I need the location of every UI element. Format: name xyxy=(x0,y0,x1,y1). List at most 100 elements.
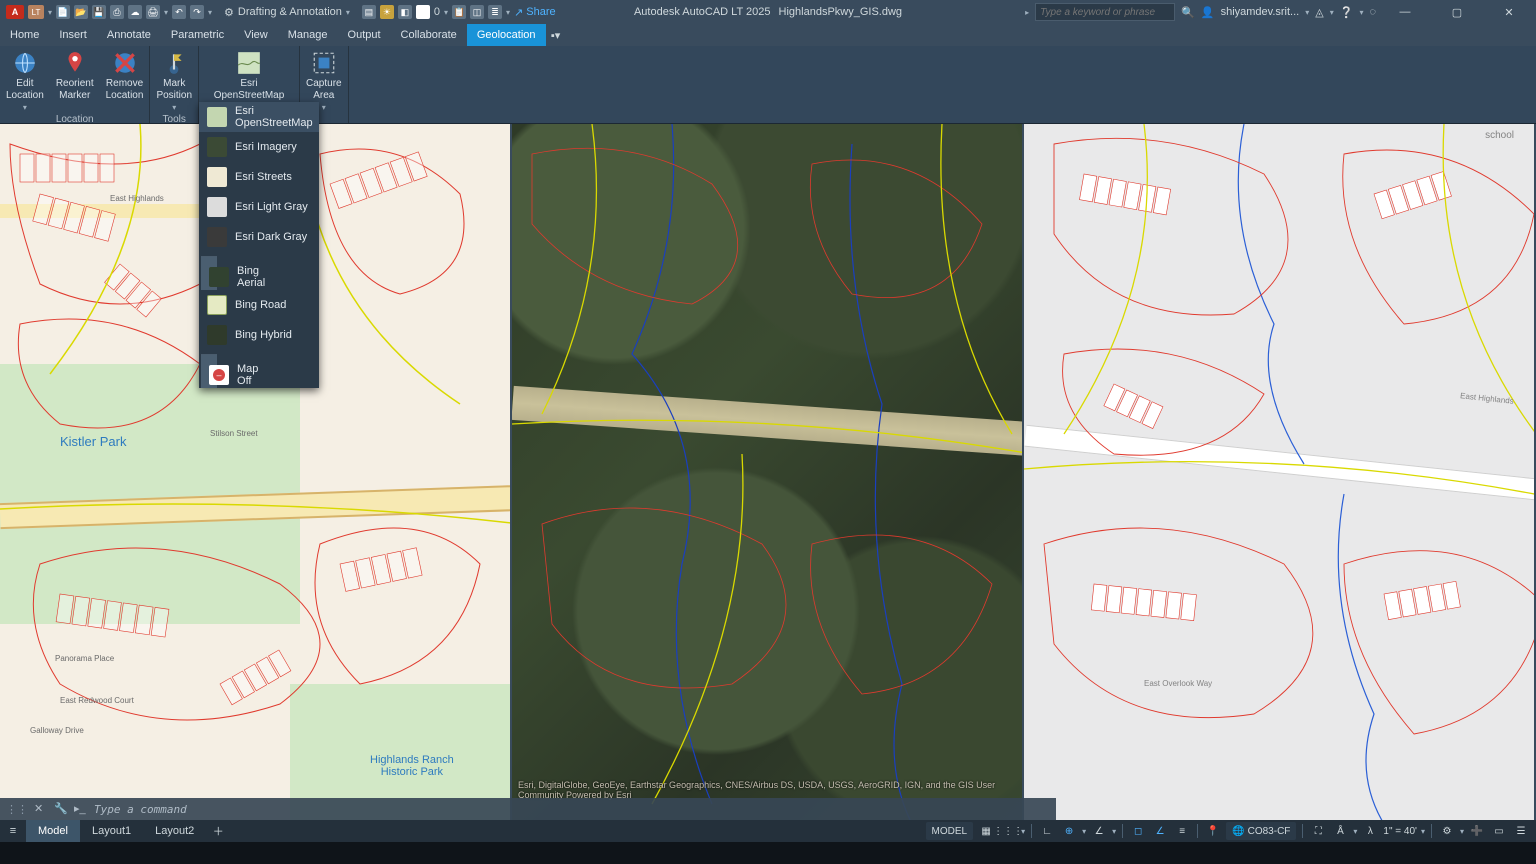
infocenter-caret[interactable]: ▸ xyxy=(1025,8,1029,17)
panel-location: Edit Location▾ Reorient Marker Remove Lo… xyxy=(0,46,150,123)
plot-icon[interactable]: 🖨 xyxy=(146,5,160,19)
workspace-switcher[interactable]: ⚙ Drafting & Annotation ▾ xyxy=(218,6,356,19)
dd-esri-imagery[interactable]: Esri Imagery xyxy=(199,132,319,162)
globe-icon: 🌐 xyxy=(1232,826,1244,837)
tab-view[interactable]: View xyxy=(234,24,278,46)
search-input[interactable] xyxy=(1035,3,1175,21)
match-icon[interactable]: ◫ xyxy=(470,5,484,19)
dd-esri-streets[interactable]: Esri Streets xyxy=(199,162,319,192)
tab-home[interactable]: Home xyxy=(0,24,49,46)
redo-icon[interactable]: ↷ xyxy=(190,5,204,19)
close-button[interactable]: ✕ xyxy=(1486,0,1532,24)
hatch-icon[interactable]: ☀ xyxy=(380,5,394,19)
layout-tab-model[interactable]: Model xyxy=(26,820,80,842)
basemap-label: Esri OpenStreetMap xyxy=(205,78,293,102)
app-menu-caret[interactable]: ▾ xyxy=(48,8,52,17)
search-icon[interactable]: 🔍 xyxy=(1181,6,1195,19)
dd-bing-road[interactable]: Bing Road xyxy=(199,290,319,320)
new-icon[interactable]: 📄 xyxy=(56,5,70,19)
cmd-handle-icon[interactable]: ⋮⋮ xyxy=(6,803,28,816)
cmd-settings-icon[interactable]: 🔧 xyxy=(54,802,68,816)
layer-caret[interactable]: ▾ xyxy=(444,8,448,17)
dd-bing-aerial[interactable]: Bing Aerial xyxy=(201,256,217,290)
tab-insert[interactable]: Insert xyxy=(49,24,97,46)
reorient-marker-button[interactable]: Reorient Marker xyxy=(50,46,100,102)
user-icon[interactable]: 👤 xyxy=(1201,6,1215,19)
annoscale-icon[interactable]: ⛶ xyxy=(1309,822,1327,840)
ortho-icon[interactable]: ∟ xyxy=(1038,822,1056,840)
tab-overflow-icon[interactable]: ▪▾ xyxy=(546,24,566,46)
layer0-icon[interactable] xyxy=(416,5,430,19)
tab-annotate[interactable]: Annotate xyxy=(97,24,161,46)
open-icon[interactable]: 📂 xyxy=(74,5,88,19)
qat-right-group: ▤ ☀ ◧ 0 ▾ 📋 ◫ ≣ ▾ ↗ Share xyxy=(356,5,562,19)
props-caret[interactable]: ▾ xyxy=(506,8,510,17)
edit-location-button[interactable]: Edit Location▾ xyxy=(0,46,50,114)
dd-esri-darkgray-label: Esri Dark Gray xyxy=(235,231,307,243)
user-caret[interactable]: ▾ xyxy=(1305,8,1309,17)
polar-icon[interactable]: ⊕ xyxy=(1060,822,1078,840)
isodraft-icon[interactable]: ∠ xyxy=(1090,822,1108,840)
notify-icon[interactable]: ◌ xyxy=(1369,6,1376,18)
minimize-button[interactable]: — xyxy=(1382,0,1428,24)
viewport-imagery[interactable]: Esri, DigitalGlobe, GeoEye, Earthstar Ge… xyxy=(512,124,1024,820)
lineweight-icon[interactable]: ≡ xyxy=(1173,822,1191,840)
dd-esri-osm[interactable]: Esri OpenStreetMap xyxy=(199,102,319,132)
otrack-icon[interactable]: ∠ xyxy=(1151,822,1169,840)
share-button[interactable]: ↗ Share xyxy=(514,6,556,19)
misc-icon[interactable]: ◧ xyxy=(398,5,412,19)
saveas-icon[interactable]: ⎙ xyxy=(110,5,124,19)
tab-manage[interactable]: Manage xyxy=(278,24,338,46)
tab-parametric[interactable]: Parametric xyxy=(161,24,234,46)
coord-system[interactable]: 🌐CO83-CF xyxy=(1226,822,1296,840)
layout-tab-layout1[interactable]: Layout1 xyxy=(80,820,143,842)
app-logo[interactable]: A xyxy=(6,5,24,19)
workspace-status-icon[interactable]: ⚙ xyxy=(1438,822,1456,840)
tab-collaborate[interactable]: Collaborate xyxy=(391,24,467,46)
cmd-input[interactable]: Type a command xyxy=(94,803,187,816)
file-name: HighlandsPkwy_GIS.dwg xyxy=(779,6,903,18)
annovis-icon[interactable]: Å xyxy=(1331,822,1349,840)
plot-caret[interactable]: ▾ xyxy=(164,8,168,17)
snap-icon[interactable]: ⋮⋮⋮ xyxy=(999,822,1017,840)
remove-location-button[interactable]: Remove Location xyxy=(100,46,150,102)
dd-esri-lightgray[interactable]: Esri Light Gray xyxy=(199,192,319,222)
lt-badge: LT xyxy=(28,5,44,19)
restore-button[interactable]: ▢ xyxy=(1434,0,1480,24)
mark-position-button[interactable]: Mark Position▾ xyxy=(150,46,198,114)
hamburger-icon[interactable]: ≡ xyxy=(0,820,26,842)
tab-geolocation[interactable]: Geolocation xyxy=(467,24,546,46)
dd-map-off[interactable]: –Map Off xyxy=(201,354,217,388)
layout-tab-layout2[interactable]: Layout2 xyxy=(143,820,206,842)
autodesk-icon[interactable]: ◬ xyxy=(1315,6,1323,19)
help-icon[interactable]: ❔ xyxy=(1340,6,1354,19)
cleanscreen-icon[interactable]: ▭ xyxy=(1490,822,1508,840)
cmd-close-icon[interactable]: ✕ xyxy=(34,802,48,816)
viewport-lightgray[interactable]: school East Overlook Way East Highlands xyxy=(1024,124,1536,820)
geomarker-icon[interactable]: 📍 xyxy=(1204,822,1222,840)
save-icon[interactable]: 💾 xyxy=(92,5,106,19)
paste-icon[interactable]: 📋 xyxy=(452,5,466,19)
osnap-icon[interactable]: ◻ xyxy=(1129,822,1147,840)
dd-esri-darkgray[interactable]: Esri Dark Gray xyxy=(199,222,319,252)
customize-icon[interactable]: ☰ xyxy=(1512,822,1530,840)
props-icon[interactable]: ≣ xyxy=(488,5,502,19)
dd-esri-streets-label: Esri Streets xyxy=(235,171,292,183)
status-model[interactable]: MODEL xyxy=(926,822,974,840)
monitor-icon[interactable]: ➕ xyxy=(1468,822,1486,840)
layer-icon[interactable]: ▤ xyxy=(362,5,376,19)
edit-location-label: Edit Location xyxy=(6,78,44,102)
scale-label[interactable]: 1" = 40' xyxy=(1383,826,1417,837)
undo-icon[interactable]: ↶ xyxy=(172,5,186,19)
annoauto-icon[interactable]: λ xyxy=(1361,822,1379,840)
username-label[interactable]: shiyamdev.srit... xyxy=(1221,6,1300,18)
tab-output[interactable]: Output xyxy=(338,24,391,46)
layout-add-button[interactable]: ＋ xyxy=(206,820,230,842)
qat-more-caret[interactable]: ▾ xyxy=(208,8,212,17)
command-line[interactable]: ⋮⋮ ✕ 🔧 ▸_ Type a command xyxy=(0,798,1056,820)
dd-bing-hybrid-label: Bing Hybrid xyxy=(235,329,292,341)
basemap-dropdown: Esri OpenStreetMap Esri Imagery Esri Str… xyxy=(199,102,319,388)
basemap-icon xyxy=(236,50,262,76)
web-icon[interactable]: ☁ xyxy=(128,5,142,19)
dd-bing-hybrid[interactable]: Bing Hybrid xyxy=(199,320,319,350)
